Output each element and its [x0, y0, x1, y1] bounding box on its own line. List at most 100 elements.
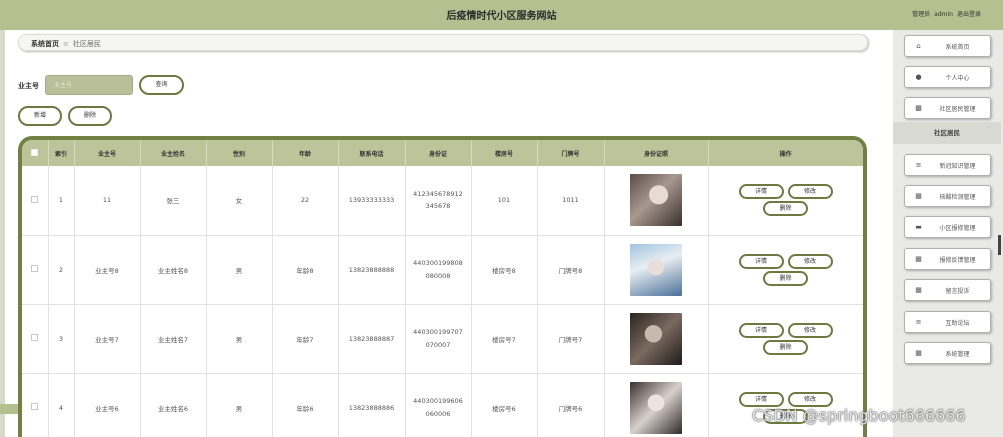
cell-owner-name: 业主姓名6 [140, 373, 207, 437]
cell-age: 年龄7 [272, 304, 339, 374]
id-card-line2: 060006 [425, 409, 451, 418]
header-age: 年龄 [272, 140, 339, 166]
list-icon: ≡ [915, 161, 922, 169]
header-door: 门牌号 [537, 140, 605, 166]
header-phone: 联系电话 [338, 140, 406, 166]
table-header-row: 索引 业主号 业主姓名 性别 年龄 联系电话 身份证 楼房号 门牌号 身份证照 … [22, 140, 863, 166]
ticket-icon: ▬ [915, 223, 922, 231]
row-select[interactable] [22, 166, 49, 236]
id-card-line1: 440300199606 [413, 397, 463, 406]
edit-button[interactable]: 修改 [787, 253, 833, 269]
id-photo-image[interactable] [630, 174, 682, 227]
sidebar-item-forum[interactable]: ≡ 互助论坛 [904, 311, 991, 333]
header-owner-no: 业主号 [74, 140, 141, 166]
row-checkbox[interactable] [31, 195, 39, 203]
header-building: 楼房号 [471, 140, 538, 166]
select-all-checkbox[interactable] [31, 148, 39, 156]
id-card-line1: 412345678912 [413, 189, 463, 198]
sidebar-scrollbar[interactable] [998, 235, 1001, 255]
sidebar-item-label: 个人中心 [945, 75, 970, 82]
header-owner-name: 业主姓名 [140, 140, 207, 166]
cell-index: 4 [48, 373, 75, 437]
home-icon: ⌂ [916, 42, 921, 50]
left-edge-strip [0, 30, 5, 437]
cell-owner-name: 业主姓名7 [140, 304, 207, 374]
row-checkbox[interactable] [31, 334, 39, 341]
sidebar-item-repair[interactable]: ▬ 小区报修管理 [904, 216, 991, 238]
sidebar-item-system[interactable]: ▦ 系统管理 [904, 342, 991, 364]
cell-age: 年龄8 [272, 235, 339, 305]
detail-button[interactable]: 详情 [738, 391, 784, 407]
left-bottom-accent [0, 404, 20, 414]
header-select-all[interactable] [22, 140, 49, 166]
sidebar-item-residents-management[interactable]: ▩ 社区居民管理 [904, 97, 991, 119]
table-row: 4 业主号6 业主姓名6 男 年龄6 13823888886 440300199… [22, 373, 863, 437]
id-photo-image[interactable] [630, 312, 682, 365]
id-card-line2: 080008 [425, 271, 451, 280]
table-row: 2 业主号8 业主姓名8 男 年龄8 13823888888 440300199… [22, 235, 863, 305]
edit-button[interactable]: 修改 [787, 184, 833, 200]
row-select[interactable] [22, 235, 49, 305]
sidebar-item-repair-feedback[interactable]: ▦ 报修反馈管理 [904, 248, 991, 270]
cell-actions: 详情 修改 删除 [708, 304, 863, 374]
cell-owner-no: 业主号7 [74, 304, 141, 374]
table-row: 3 业主号7 业主姓名7 男 年龄7 13823888887 440300199… [22, 304, 863, 374]
cell-door: 门牌号7 [537, 304, 605, 374]
id-card-line1: 440300199808 [413, 259, 463, 268]
cell-actions: 详情 修改 删除 [708, 166, 863, 236]
breadcrumb: 系统首页 ≡ 社区居民 [18, 34, 868, 51]
search-button[interactable]: 查询 [139, 75, 184, 95]
edit-button[interactable]: 修改 [787, 391, 833, 407]
sidebar-subitem-residents[interactable]: 社区居民 [893, 122, 1001, 144]
cell-owner-no: 业主号6 [74, 373, 141, 437]
id-photo-image[interactable] [630, 243, 682, 296]
grid-icon: ▦ [915, 255, 922, 263]
cell-door: 1011 [537, 166, 605, 236]
row-checkbox[interactable] [31, 403, 39, 410]
row-select[interactable] [22, 304, 49, 374]
cell-phone: 13933333333 [338, 166, 406, 236]
row-delete-button[interactable]: 删除 [763, 201, 808, 217]
search-label: 业主号 [18, 82, 39, 90]
cell-gender: 男 [206, 373, 273, 437]
watermark-text: CSDN @springboot666666 [752, 406, 966, 425]
logout-link[interactable]: 退出登录 [957, 11, 981, 18]
row-select[interactable] [22, 373, 49, 437]
id-photo-image[interactable] [630, 381, 682, 434]
sidebar-item-home[interactable]: ⌂ 系统首页 [904, 35, 991, 57]
cell-id-card: 440300199606 060006 [405, 373, 472, 437]
row-delete-button[interactable]: 删除 [763, 270, 808, 286]
cell-index: 3 [48, 304, 75, 374]
search-input[interactable] [45, 75, 133, 95]
grid-icon: ▦ [915, 286, 922, 294]
cell-door: 门牌号8 [537, 235, 605, 305]
add-button[interactable]: 新增 [18, 106, 62, 126]
cell-building: 楼房号7 [471, 304, 538, 374]
cell-id-card: 440300199808 080008 [405, 235, 472, 305]
sidebar-item-complaints[interactable]: ▦ 留言投诉 [904, 279, 991, 301]
cell-building: 101 [471, 166, 538, 236]
edit-button[interactable]: 修改 [787, 322, 833, 338]
detail-button[interactable]: 详情 [738, 184, 784, 200]
top-bar: 后疫情时代小区服务网站 管理员 admin 退出登录 [0, 0, 1003, 30]
sidebar-item-label: 互助论坛 [945, 320, 970, 327]
cell-index: 1 [48, 166, 75, 236]
cell-phone: 13823888887 [338, 304, 406, 374]
delete-button[interactable]: 删除 [68, 106, 112, 126]
cell-id-photo [604, 166, 709, 236]
cell-door: 门牌号6 [537, 373, 605, 437]
row-delete-button[interactable]: 删除 [763, 339, 808, 355]
breadcrumb-home[interactable]: 系统首页 [31, 40, 59, 48]
id-card-line1: 440300199707 [413, 328, 463, 337]
sidebar-item-nucleic-test[interactable]: ▦ 核酸检测管理 [904, 185, 991, 207]
sidebar-item-covid-knowledge[interactable]: ≡ 新冠知识管理 [904, 154, 991, 176]
detail-button[interactable]: 详情 [738, 253, 784, 269]
detail-button[interactable]: 详情 [738, 322, 784, 338]
cell-gender: 男 [206, 304, 273, 374]
cell-owner-name: 业主姓名8 [140, 235, 207, 305]
row-checkbox[interactable] [31, 265, 39, 272]
sidebar-item-profile[interactable]: ● 个人中心 [904, 66, 991, 88]
sidebar-item-label: 核酸检测管理 [939, 194, 976, 201]
header-id-card: 身份证 [405, 140, 472, 166]
sidebar-item-label: 社区居民管理 [939, 106, 976, 113]
